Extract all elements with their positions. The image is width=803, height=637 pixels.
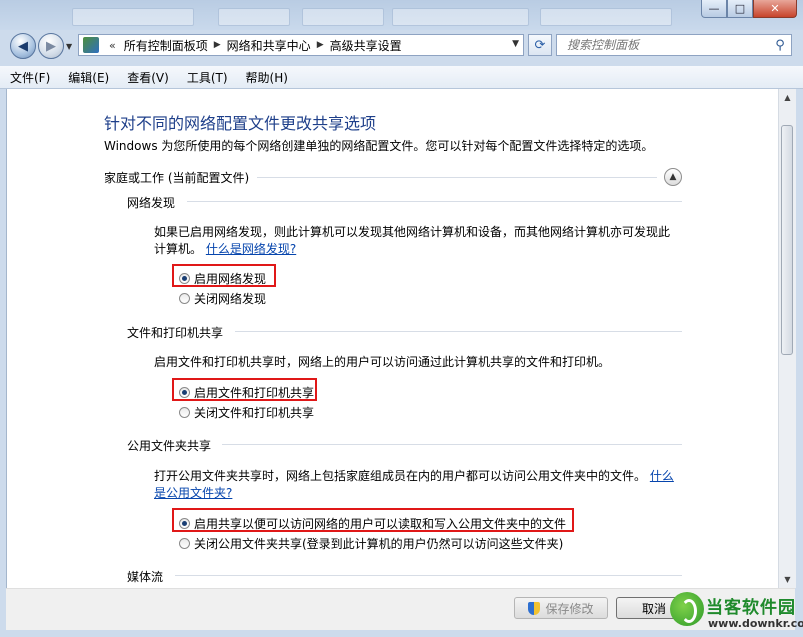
- public-off-radio[interactable]: 关闭公用文件夹共享(登录到此计算机的用户仍然可以访问这些文件夹): [179, 535, 563, 552]
- printer-off-radio[interactable]: 关闭文件和打印机共享: [179, 404, 314, 421]
- watermark: 当客软件园 www.downkr.com: [666, 590, 803, 637]
- menu-edit[interactable]: 编辑(E): [68, 69, 109, 86]
- media-heading: 媒体流: [127, 570, 164, 584]
- divider: [257, 177, 657, 178]
- highlight-box: [172, 378, 317, 401]
- profile-heading: 家庭或工作 (当前配置文件): [104, 171, 250, 185]
- breadcrumb-item-advanced-sharing[interactable]: 高级共享设置: [330, 37, 402, 54]
- address-dropdown-icon[interactable]: ▼: [512, 39, 519, 49]
- discovery-text: 如果已启用网络发现，则此计算机可以发现其他网络计算机和设备，而其他网络计算机亦可…: [154, 225, 671, 239]
- navigation-bar: ◀ ▶ ▼ « 所有控制面板项 ▶ 网络和共享中心 ▶ 高级共享设置 ▼ ⟳ ⚲: [0, 30, 803, 62]
- highlight-box: [172, 264, 276, 287]
- menu-help[interactable]: 帮助(H): [246, 69, 288, 86]
- control-panel-icon: [83, 37, 99, 53]
- discovery-help-link[interactable]: 什么是网络发现?: [206, 242, 296, 256]
- scroll-down-icon[interactable]: ▼: [779, 571, 796, 588]
- public-help-link-part1[interactable]: 什么: [650, 469, 674, 483]
- menu-tools[interactable]: 工具(T): [187, 69, 228, 86]
- breadcrumb-separator-icon[interactable]: ▶: [214, 40, 221, 50]
- breadcrumb-item-all-items[interactable]: 所有控制面板项: [124, 37, 208, 54]
- public-off-label: 关闭公用文件夹共享(登录到此计算机的用户仍然可以访问这些文件夹): [194, 537, 564, 551]
- refresh-icon: ⟳: [534, 37, 546, 53]
- search-input[interactable]: [565, 37, 769, 53]
- discovery-text-line2: 计算机。 什么是网络发现?: [154, 241, 296, 258]
- cancel-label: 取消: [641, 601, 666, 616]
- back-button[interactable]: ◀: [10, 33, 36, 59]
- radio-unselected-icon[interactable]: [179, 293, 190, 304]
- public-text: 打开公用文件夹共享时，网络上包括家庭组成员在内的用户都可以访问公用文件夹中的文件…: [154, 468, 674, 485]
- background-tab: [540, 8, 672, 26]
- divider: [222, 444, 682, 445]
- background-tab: [218, 8, 290, 26]
- discovery-off-radio[interactable]: 关闭网络发现: [179, 290, 266, 307]
- discovery-off-label: 关闭网络发现: [194, 292, 267, 306]
- close-button[interactable]: ✕: [753, 0, 797, 18]
- divider: [175, 575, 682, 576]
- printer-off-label: 关闭文件和打印机共享: [194, 406, 315, 420]
- menu-view[interactable]: 查看(V): [127, 69, 169, 86]
- title-bar: — □ ✕: [0, 0, 803, 30]
- vertical-scrollbar[interactable]: ▲ ▼: [778, 89, 796, 588]
- forward-button[interactable]: ▶: [38, 33, 64, 59]
- control-panel-window: — □ ✕ ◀ ▶ ▼ « 所有控制面板项 ▶ 网络和共享中心 ▶ 高级共享设置…: [0, 0, 803, 637]
- breadcrumb-separator-icon[interactable]: ▶: [317, 40, 324, 50]
- uac-shield-icon: [528, 601, 541, 615]
- caption-buttons: — □ ✕: [701, 0, 797, 19]
- public-text-body: 打开公用文件夹共享时，网络上包括家庭组成员在内的用户都可以访问公用文件夹中的文件…: [154, 469, 647, 483]
- refresh-button[interactable]: ⟳: [528, 34, 552, 56]
- scroll-up-icon[interactable]: ▲: [779, 89, 796, 106]
- divider: [187, 201, 682, 202]
- address-bar[interactable]: « 所有控制面板项 ▶ 网络和共享中心 ▶ 高级共享设置 ▼: [78, 34, 524, 56]
- watermark-url: www.downkr.com: [708, 617, 803, 630]
- breadcrumb: 所有控制面板项 ▶ 网络和共享中心 ▶ 高级共享设置: [124, 37, 402, 54]
- watermark-logo-icon: [670, 592, 704, 626]
- search-icon[interactable]: ⚲: [769, 38, 791, 53]
- background-tab: [392, 8, 529, 26]
- divider: [235, 331, 682, 332]
- maximize-button[interactable]: □: [727, 0, 753, 18]
- radio-unselected-icon[interactable]: [179, 538, 190, 549]
- radio-unselected-icon[interactable]: [179, 407, 190, 418]
- search-box[interactable]: ⚲: [556, 34, 792, 56]
- printer-text: 启用文件和打印机共享时，网络上的用户可以访问通过此计算机共享的文件和打印机。: [154, 355, 611, 369]
- printer-heading: 文件和打印机共享: [127, 326, 224, 340]
- save-changes-label: 保存修改: [545, 601, 594, 616]
- menu-file[interactable]: 文件(F): [10, 69, 50, 86]
- public-text-line2: 是公用文件夹?: [154, 485, 232, 502]
- save-changes-button[interactable]: 保存修改: [514, 597, 608, 619]
- background-tab: [302, 8, 384, 26]
- overflow-chevron-icon[interactable]: «: [109, 39, 116, 52]
- discovery-heading: 网络发现: [127, 196, 176, 210]
- breadcrumb-item-network-center[interactable]: 网络和共享中心: [227, 37, 311, 54]
- highlight-box: [172, 508, 574, 532]
- collapse-profile-icon[interactable]: ▲: [664, 168, 682, 186]
- background-tab: [72, 8, 194, 26]
- menu-bar: 文件(F) 编辑(E) 查看(V) 工具(T) 帮助(H): [0, 66, 803, 89]
- page-title: 针对不同的网络配置文件更改共享选项: [104, 114, 377, 133]
- minimize-button[interactable]: —: [701, 0, 727, 18]
- page-description: Windows 为您所使用的每个网络创建单独的网络配置文件。您可以针对每个配置文…: [104, 139, 654, 153]
- recent-pages-dropdown-icon[interactable]: ▼: [66, 42, 72, 51]
- public-help-link-part2[interactable]: 是公用文件夹?: [154, 486, 232, 500]
- settings-content: 针对不同的网络配置文件更改共享选项 Windows 为您所使用的每个网络创建单独…: [6, 89, 779, 588]
- watermark-name: 当客软件园: [706, 598, 796, 618]
- public-heading: 公用文件夹共享: [127, 439, 212, 453]
- scroll-thumb[interactable]: [781, 125, 793, 355]
- discovery-text-end: 计算机。: [154, 242, 203, 256]
